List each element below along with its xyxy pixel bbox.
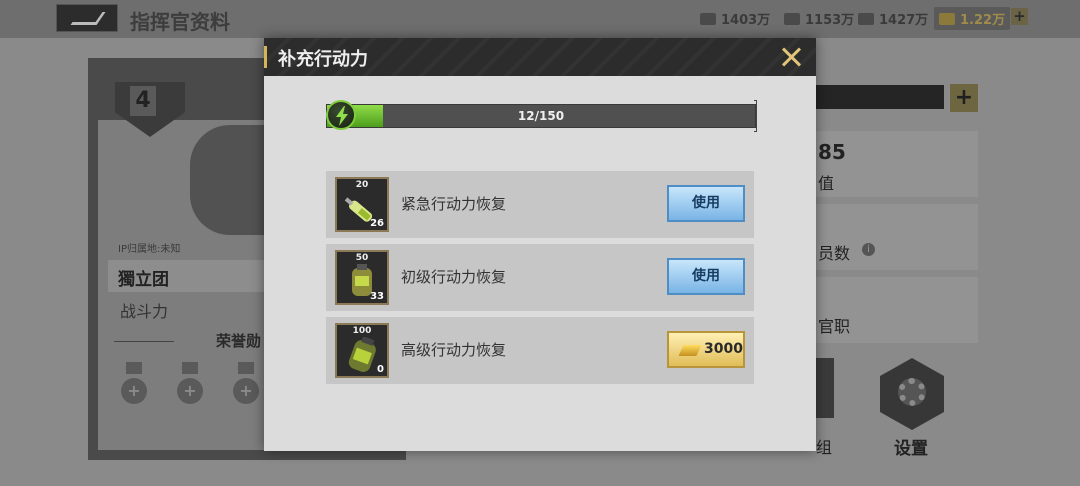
plus-icon: + (177, 378, 203, 404)
gold-icon (939, 12, 955, 25)
use-button[interactable]: 使用 (667, 258, 745, 295)
title-accent-bar (264, 46, 267, 68)
stamina-bar-end (754, 100, 757, 132)
avatar[interactable] (190, 125, 270, 235)
oil-icon (858, 12, 874, 25)
member-count-label: 员数 (818, 244, 851, 263)
corps-name: 獨立团 (108, 260, 268, 292)
item-row-basic: 50 33 初级行动力恢复 使用 (326, 244, 754, 311)
resource-value: 1403万 (721, 13, 771, 28)
medal-slot[interactable]: + (177, 362, 203, 408)
stamina-text: 12/150 (517, 109, 565, 123)
plus-icon: + (121, 378, 147, 404)
resource-oil: 1427万 (858, 9, 928, 28)
buy-with-gold-button[interactable]: 3000 (667, 331, 745, 368)
stat-value: 85 (818, 140, 846, 164)
replenish-stamina-dialog: 补充行动力 12/150 20 26 紧急行动力恢复 使用 50 33 初级行动… (264, 38, 816, 451)
item-row-emergency: 20 26 紧急行动力恢复 使用 (326, 171, 754, 238)
use-button[interactable]: 使用 (667, 185, 745, 222)
stamina-barrel-icon: 100 0 (335, 323, 389, 378)
item-row-advanced: 100 0 高级行动力恢复 3000 (326, 317, 754, 384)
item-count: 26 (370, 218, 384, 229)
stamina-canister-icon: 50 33 (335, 250, 389, 305)
medal-ribbon-icon (238, 362, 254, 374)
item-name: 初级行动力恢复 (401, 268, 507, 286)
page-title: 指挥官资料 (130, 10, 230, 34)
item-name: 紧急行动力恢复 (401, 195, 507, 213)
stamina-syringe-icon: 20 26 (335, 177, 389, 232)
info-icon[interactable]: i (862, 243, 875, 256)
ip-location-label: IP归属地:未知 (118, 244, 181, 255)
item-amount: 50 (355, 253, 369, 263)
add-button[interactable]: + (950, 84, 978, 112)
close-button[interactable] (776, 42, 806, 72)
steel-icon (784, 12, 800, 25)
medals-title: 荣誉勋 (216, 332, 262, 350)
medal-ribbon-icon (126, 362, 142, 374)
gear-icon (898, 378, 926, 406)
stamina-progress-bar: 12/150 (326, 104, 756, 128)
resource-steel: 1153万 (784, 9, 854, 28)
back-arrow-icon (70, 12, 106, 25)
item-count: 0 (377, 364, 384, 375)
divider (114, 341, 174, 342)
resource-value: 1153万 (805, 13, 855, 28)
add-gold-button[interactable]: + (1011, 8, 1028, 25)
item-count: 33 (370, 291, 384, 302)
rank-number: 4 (130, 86, 156, 116)
name-field-bar (816, 85, 944, 109)
resource-value: 1.22万 (960, 13, 1006, 28)
group-label: 组 (816, 438, 833, 457)
resource-value: 1427万 (879, 13, 929, 28)
gold-bar-icon (678, 345, 702, 356)
cash-icon (700, 12, 716, 25)
medal-ribbon-icon (182, 362, 198, 374)
stat-label: 值 (818, 174, 835, 193)
power-label: 战斗力 (120, 302, 169, 321)
dialog-title: 补充行动力 (278, 49, 368, 70)
item-name: 高级行动力恢复 (401, 341, 507, 359)
back-button[interactable] (56, 4, 118, 32)
plus-icon: + (233, 378, 259, 404)
medal-slot[interactable]: + (121, 362, 147, 408)
position-label: 官职 (818, 317, 851, 336)
item-amount: 20 (355, 180, 369, 190)
settings-label: 设置 (894, 439, 928, 459)
gold-price: 3000 (704, 341, 743, 357)
dialog-header: 补充行动力 (264, 38, 816, 76)
resource-cash: 1403万 (700, 9, 770, 28)
medal-slot[interactable]: + (233, 362, 259, 408)
resource-gold: 1.22万 (934, 7, 1011, 30)
group-button[interactable] (816, 358, 834, 418)
item-amount: 100 (352, 326, 372, 336)
lightning-icon (326, 100, 356, 130)
